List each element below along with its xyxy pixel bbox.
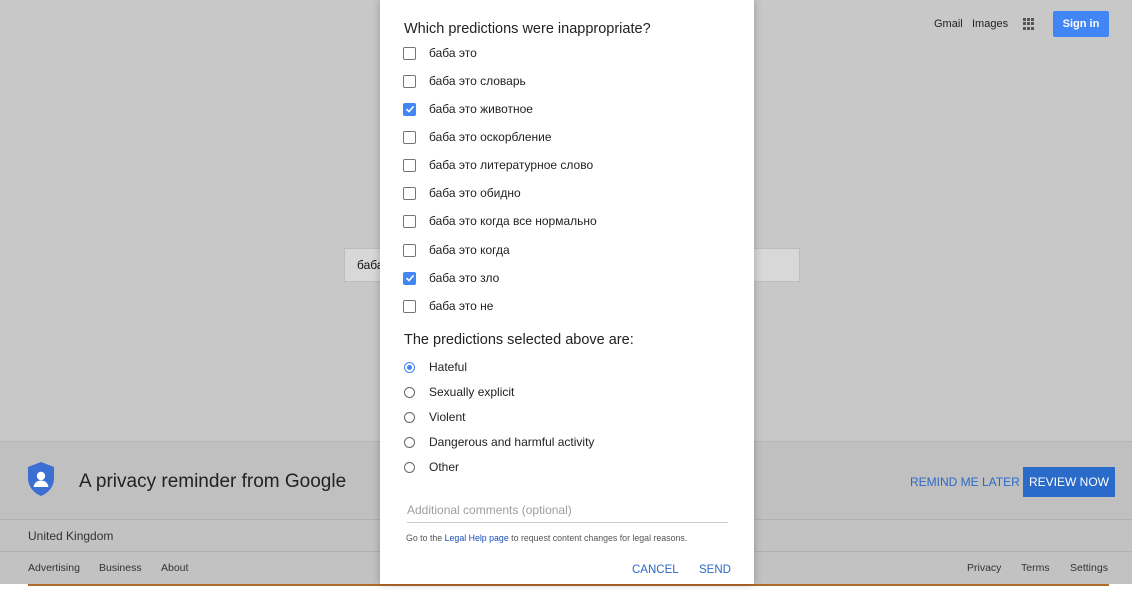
send-button[interactable]: Send: [699, 564, 731, 576]
radio-icon[interactable]: [404, 411, 415, 423]
category-option[interactable]: Violent: [404, 407, 465, 427]
prediction-label: баба это когда: [429, 243, 510, 257]
prediction-option[interactable]: баба это когда: [403, 240, 510, 260]
advertising-link[interactable]: Advertising: [28, 562, 80, 574]
legal-suffix: to request content changes for legal rea…: [508, 533, 688, 543]
category-option[interactable]: Hateful: [404, 357, 467, 377]
report-predictions-dialog: Which predictions were inappropriate? ба…: [380, 0, 754, 584]
prediction-label: баба это оскорбление: [429, 130, 552, 144]
legal-help-link[interactable]: Legal Help page: [445, 533, 509, 543]
prediction-option[interactable]: баба это словарь: [403, 71, 526, 91]
checkbox-checked-icon[interactable]: [403, 271, 416, 285]
checkbox-icon[interactable]: [403, 299, 416, 313]
prediction-option[interactable]: баба это: [403, 43, 477, 63]
settings-link[interactable]: Settings: [1070, 562, 1108, 574]
privacy-title: A privacy reminder from Google: [79, 471, 347, 492]
prediction-option[interactable]: баба это не: [403, 296, 493, 316]
gmail-link[interactable]: Gmail: [934, 18, 963, 30]
prediction-label: баба это зло: [429, 271, 500, 285]
prediction-label: баба это словарь: [429, 74, 526, 88]
prediction-option[interactable]: баба это животное: [403, 99, 533, 119]
category-label: Dangerous and harmful activity: [429, 435, 595, 449]
prediction-option[interactable]: баба это оскорбление: [403, 127, 552, 147]
category-label: Sexually explicit: [429, 385, 515, 399]
prediction-label: баба это литературное слово: [429, 158, 594, 172]
additional-comments-field[interactable]: [407, 503, 728, 523]
sign-in-button[interactable]: Sign in: [1053, 11, 1109, 37]
checkbox-icon[interactable]: [403, 186, 416, 200]
checkbox-icon[interactable]: [403, 46, 416, 60]
cancel-button[interactable]: Cancel: [632, 564, 679, 576]
prediction-label: баба это обидно: [429, 186, 521, 200]
checkbox-icon[interactable]: [403, 74, 416, 88]
category-option[interactable]: Sexually explicit: [404, 382, 514, 402]
prediction-label: баба это когда все нормально: [429, 214, 597, 228]
category-option[interactable]: Other: [404, 457, 459, 477]
legal-prefix: Go to the: [406, 533, 445, 543]
checkbox-icon[interactable]: [403, 130, 416, 144]
prediction-option[interactable]: баба это обидно: [403, 183, 521, 203]
country-label: United Kingdom: [28, 529, 114, 543]
review-now-button[interactable]: Review now: [1023, 467, 1115, 497]
images-link[interactable]: Images: [972, 18, 1008, 30]
terms-link[interactable]: Terms: [1021, 562, 1050, 574]
checkbox-icon[interactable]: [403, 214, 416, 228]
prediction-label: баба это: [429, 46, 477, 60]
category-label: Other: [429, 460, 460, 474]
prediction-option[interactable]: баба это зло: [403, 268, 499, 288]
prediction-option[interactable]: баба это когда все нормально: [403, 211, 597, 231]
checkbox-checked-icon[interactable]: [403, 102, 416, 116]
checkbox-icon[interactable]: [403, 243, 416, 257]
shield-user-icon: [28, 462, 54, 496]
category-label: Hateful: [429, 360, 468, 374]
category-question: The predictions selected above are:: [404, 332, 634, 348]
legal-notice: Go to the Legal Help page to request con…: [406, 533, 687, 543]
apps-grid-icon[interactable]: [1023, 18, 1035, 30]
privacy-link[interactable]: Privacy: [967, 562, 1001, 574]
category-option[interactable]: Dangerous and harmful activity: [404, 432, 594, 452]
page: Gmail Images Sign in баба A privacy remi…: [0, 0, 1132, 590]
dialog-question: Which predictions were inappropriate?: [404, 21, 651, 37]
radio-icon[interactable]: [404, 461, 415, 473]
business-link[interactable]: Business: [99, 562, 142, 574]
category-label: Violent: [429, 410, 466, 424]
about-link[interactable]: About: [161, 562, 188, 574]
prediction-label: баба это животное: [429, 102, 533, 116]
radio-icon[interactable]: [404, 436, 415, 448]
checkbox-icon[interactable]: [403, 158, 416, 172]
bottom-strip: [0, 584, 1132, 590]
radio-selected-icon[interactable]: [404, 361, 415, 373]
remind-me-later-button[interactable]: Remind me later: [910, 475, 1020, 489]
radio-icon[interactable]: [404, 386, 415, 398]
prediction-label: баба это не: [429, 299, 494, 313]
prediction-option[interactable]: баба это литературное слово: [403, 155, 593, 175]
